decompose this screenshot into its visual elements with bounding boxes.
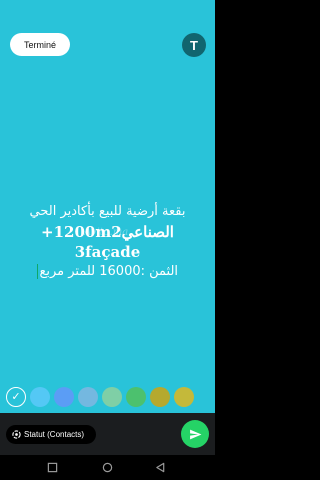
done-button[interactable]: Terminé <box>10 33 70 56</box>
color-swatch[interactable] <box>126 386 146 407</box>
text-status-canvas[interactable]: Terminé T بقعة أرضية للبيع بأكادير الحي … <box>0 0 215 413</box>
recent-apps-icon[interactable] <box>47 462 58 473</box>
watermark: Avito.ma <box>84 227 129 238</box>
bottom-bar: Statut (Contacts) <box>0 413 215 455</box>
status-line-4: الثمن :16000 للمتر مربع <box>39 264 179 279</box>
status-editor: Terminé T بقعة أرضية للبيع بأكادير الحي … <box>0 0 215 480</box>
status-audience-label: Statut (Contacts) <box>24 430 85 439</box>
color-swatch-selected[interactable]: ✓ <box>6 386 26 407</box>
back-icon[interactable] <box>155 462 166 473</box>
status-line-4-row: الثمن :16000 للمتر مربع <box>0 262 215 282</box>
color-swatch[interactable] <box>30 386 50 407</box>
send-icon <box>189 429 201 439</box>
status-text[interactable]: بقعة أرضية للبيع بأكادير الحي الصناعي120… <box>0 202 215 282</box>
home-icon[interactable] <box>102 462 113 473</box>
color-swatch[interactable] <box>78 386 98 407</box>
status-line-3: 3façade <box>74 243 141 261</box>
text-tool-button[interactable]: T <box>182 33 206 57</box>
color-swatch[interactable] <box>174 386 194 407</box>
status-audience-button[interactable]: Statut (Contacts) <box>6 425 96 444</box>
system-nav-bar <box>0 455 215 480</box>
color-palette: ✓ <box>0 384 215 409</box>
color-swatch[interactable] <box>150 386 170 407</box>
status-icon <box>12 430 21 439</box>
color-swatch[interactable] <box>54 386 74 407</box>
status-line-1: بقعة أرضية للبيع بأكادير الحي <box>29 204 186 219</box>
check-icon: ✓ <box>11 391 21 403</box>
send-button[interactable] <box>181 420 209 448</box>
color-swatch[interactable] <box>102 386 122 407</box>
